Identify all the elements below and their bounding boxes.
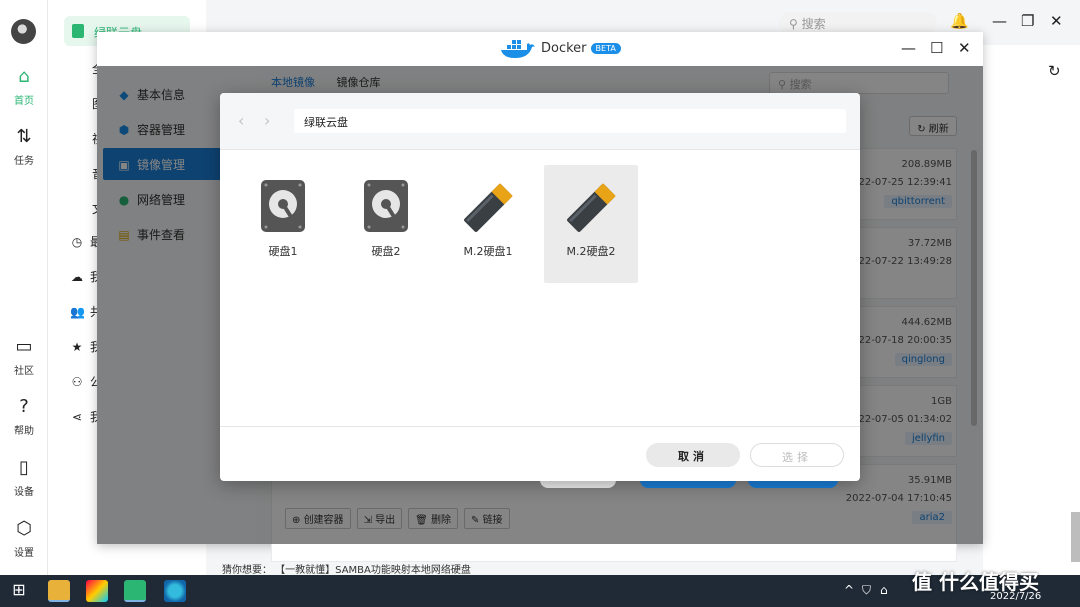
transfer-icon: ⇅	[16, 126, 32, 147]
rail-item-label: 任务	[14, 156, 34, 167]
edge-browser-icon[interactable]	[164, 580, 186, 602]
cancel-button[interactable]: 取消	[646, 443, 740, 467]
users-icon: 👥	[70, 305, 85, 319]
hard-disk-icon	[364, 180, 408, 232]
app-rail: ⌂ 首页 ⇅ 任务 ▭ 社区 ? 帮助 ▯ 设备 ⬡ 设置	[0, 0, 48, 575]
app-icon[interactable]	[86, 580, 108, 602]
dialog-divider	[220, 426, 860, 427]
drive-m2-2[interactable]: M.2硬盘2	[544, 165, 638, 283]
search-input[interactable]: ⚲ 搜索	[779, 12, 937, 34]
drive-hdd-2[interactable]: 硬盘2	[339, 165, 433, 283]
drive-label: 硬盘1	[268, 245, 298, 258]
drive-hdd-1[interactable]: 硬盘1	[236, 165, 330, 283]
tray-chevron-icon[interactable]: ^	[844, 583, 854, 597]
docker-titlebar: Docker BETA — ☐ ✕	[97, 32, 983, 66]
help-icon: ?	[19, 396, 29, 417]
ugreen-app-icon[interactable]	[124, 580, 146, 602]
folder-picker-dialog: ‹ › 绿联云盘 硬盘1 硬盘2 M.2硬盘1 M.2硬盘2 取消 选择	[220, 93, 860, 481]
path-breadcrumb: 绿联云盘	[294, 109, 846, 133]
docker-minimize-icon[interactable]: —	[901, 39, 916, 57]
m2-ssd-icon	[567, 183, 616, 232]
drive-m2-1[interactable]: M.2硬盘1	[441, 165, 535, 283]
rail-item-community[interactable]: ▭ 社区	[0, 336, 48, 377]
bell-icon[interactable]: 🔔	[950, 12, 969, 30]
rail-item-label: 首页	[14, 96, 34, 107]
windows-start-icon[interactable]: ⊞	[8, 580, 30, 602]
group-icon: ⚇	[71, 375, 83, 389]
beta-badge: BETA	[590, 43, 621, 54]
rail-item-settings[interactable]: ⬡ 设置	[0, 518, 48, 559]
drive-label: M.2硬盘2	[566, 245, 616, 258]
forward-icon[interactable]: ›	[264, 111, 270, 130]
scrollbar[interactable]	[1071, 512, 1080, 562]
rail-item-tasks[interactable]: ⇅ 任务	[0, 126, 48, 167]
docker-close-icon[interactable]: ✕	[958, 39, 971, 57]
docker-title: Docker BETA	[541, 41, 621, 56]
drive-label: 硬盘2	[371, 245, 401, 258]
star-icon: ★	[71, 340, 83, 354]
shield-icon[interactable]: ⛉	[862, 583, 871, 598]
select-button[interactable]: 选择	[750, 443, 844, 467]
hard-disk-icon	[261, 180, 305, 232]
rail-item-label: 社区	[14, 366, 34, 377]
file-explorer-icon[interactable]	[48, 580, 70, 602]
search-icon: ⚲	[789, 17, 798, 31]
rail-item-label: 设备	[14, 487, 34, 498]
rail-item-device[interactable]: ▯ 设备	[0, 457, 48, 498]
close-icon[interactable]: ✕	[1050, 12, 1063, 30]
back-icon[interactable]: ‹	[238, 111, 244, 130]
drive-label: M.2硬盘1	[463, 245, 513, 258]
home-icon: ⌂	[18, 66, 30, 87]
share-icon: ⋖	[71, 410, 83, 424]
clock-icon: ◷	[71, 235, 83, 249]
minimize-icon[interactable]: —	[992, 12, 1007, 30]
device-icon: ▯	[19, 457, 29, 478]
cloud-icon: ☁	[71, 270, 83, 284]
rail-item-label: 帮助	[14, 426, 34, 437]
docker-maximize-icon[interactable]: ☐	[930, 39, 943, 57]
suggestion-text[interactable]: 猜你想要： 【一教就懂】SAMBA功能映射本地网络硬盘	[222, 561, 471, 576]
rail-item-home[interactable]: ⌂ 首页	[0, 66, 48, 107]
avatar[interactable]	[11, 19, 36, 44]
dialog-header: ‹ › 绿联云盘	[220, 93, 860, 150]
chat-icon: ▭	[15, 336, 33, 357]
rail-item-label: 设置	[14, 548, 34, 559]
refresh-icon[interactable]: ↻	[1048, 62, 1061, 80]
m2-ssd-icon	[464, 183, 513, 232]
docker-whale-icon	[501, 40, 535, 58]
rail-item-help[interactable]: ? 帮助	[0, 396, 48, 437]
settings-icon: ⬡	[16, 518, 32, 539]
watermark: 值 什么值得买	[912, 570, 1039, 594]
right-pane	[983, 45, 1080, 575]
restore-icon[interactable]: ❐	[1021, 12, 1034, 30]
network-icon[interactable]: ⌂	[880, 583, 888, 597]
